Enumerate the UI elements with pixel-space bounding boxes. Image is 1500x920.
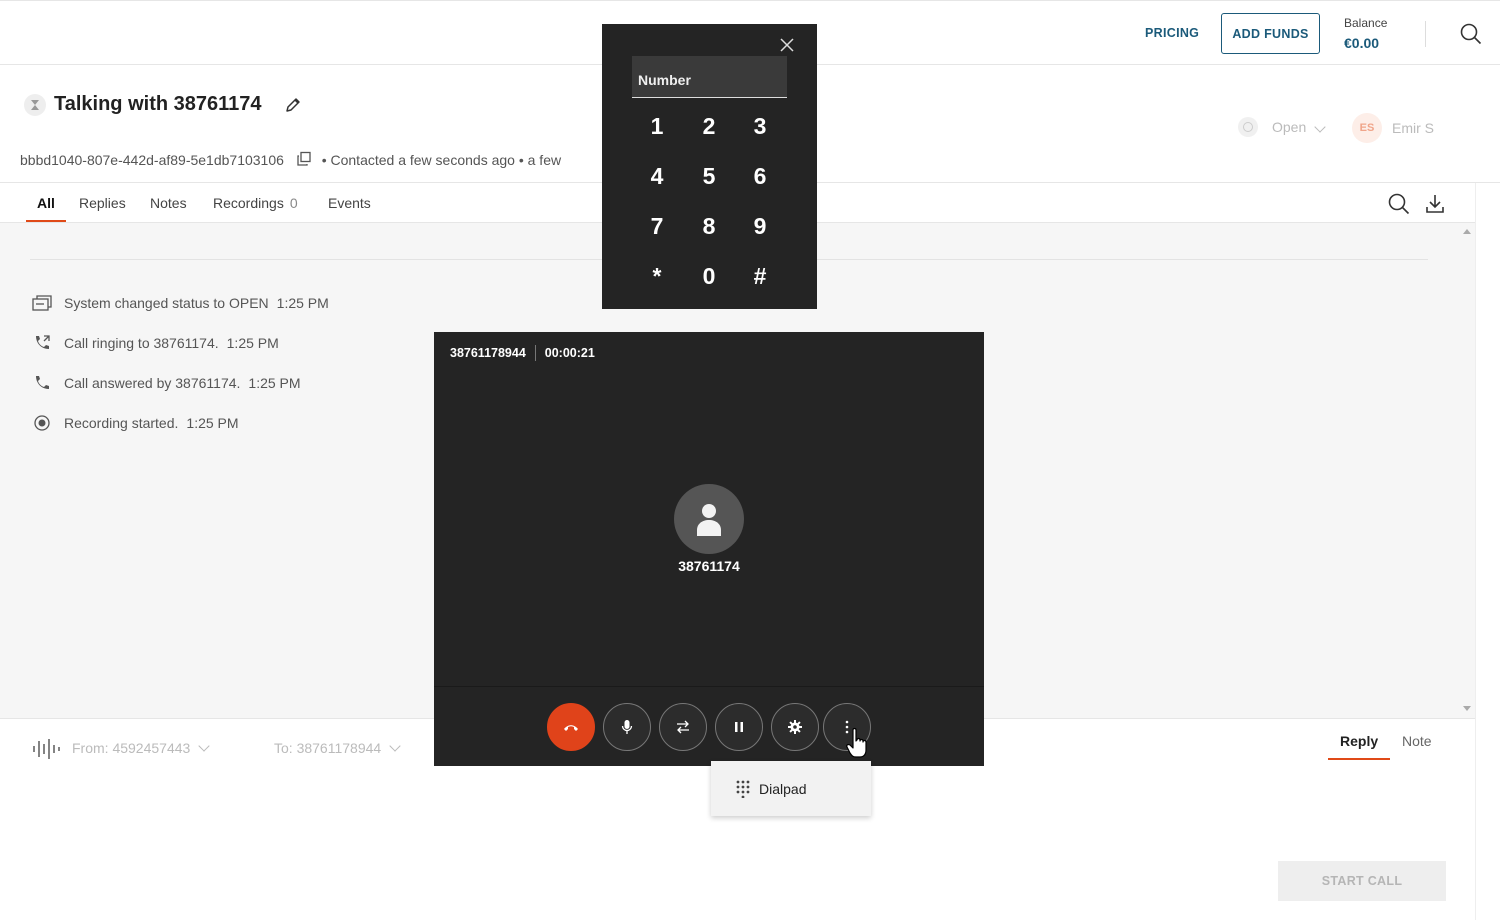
- search-icon[interactable]: [1388, 193, 1410, 215]
- event-text: Call answered by 38761174.: [64, 375, 241, 391]
- page-title: Talking with 38761174: [54, 93, 262, 115]
- hang-up-button[interactable]: [547, 703, 595, 751]
- avatar: ES: [1352, 113, 1382, 143]
- menu-item-dialpad[interactable]: Dialpad: [711, 761, 871, 816]
- scrollbar[interactable]: [1460, 223, 1475, 718]
- call-duration: 00:00:21: [544, 346, 595, 360]
- tab-recordings[interactable]: Recordings 0: [213, 195, 298, 211]
- dialpad-key-4[interactable]: 4: [637, 158, 677, 194]
- add-funds-button[interactable]: ADD FUNDS: [1221, 13, 1320, 54]
- list-item: Call answered by 38761174. 1:25 PM: [32, 373, 301, 393]
- mute-button[interactable]: [603, 703, 651, 751]
- start-call-button[interactable]: START CALL: [1278, 861, 1446, 901]
- dialpad-key-star[interactable]: *: [637, 258, 677, 294]
- status-change-icon: [32, 293, 52, 313]
- menu-item-label: Dialpad: [759, 780, 807, 797]
- copy-icon[interactable]: [296, 151, 312, 167]
- tab-events[interactable]: Events: [328, 195, 371, 211]
- phone-forward-icon: [32, 333, 52, 353]
- recordings-count: 0: [289, 195, 298, 211]
- pricing-link[interactable]: PRICING: [1145, 26, 1199, 40]
- divider: [1425, 21, 1426, 47]
- dialpad-key-2[interactable]: 2: [689, 108, 729, 144]
- pencil-icon[interactable]: [284, 96, 302, 114]
- scroll-up-arrow-icon[interactable]: [1463, 229, 1471, 234]
- number-input[interactable]: Number: [632, 56, 787, 98]
- settings-button[interactable]: [771, 703, 819, 751]
- dialpad-key-5[interactable]: 5: [689, 158, 729, 194]
- dialpad-key-7[interactable]: 7: [637, 208, 677, 244]
- tab-note[interactable]: Note: [1402, 733, 1432, 749]
- event-text: System changed status to OPEN: [64, 295, 269, 311]
- event-text: Recording started.: [64, 415, 179, 431]
- event-time: 1:25 PM: [226, 335, 279, 351]
- dialpad-key-1[interactable]: 1: [637, 108, 677, 144]
- more-options-menu: Dialpad: [711, 761, 871, 816]
- active-tab-indicator: [1328, 758, 1390, 760]
- record-icon: [32, 413, 52, 433]
- dialpad-key-8[interactable]: 8: [689, 208, 729, 244]
- list-item: System changed status to OPEN 1:25 PM: [32, 293, 329, 313]
- event-time: 1:25 PM: [186, 415, 239, 431]
- chevron-down-icon: [1314, 121, 1326, 133]
- tab-replies[interactable]: Replies: [79, 195, 126, 211]
- balance-label: Balance: [1344, 16, 1388, 30]
- status-icon: [1238, 117, 1258, 137]
- hourglass-icon: [24, 94, 46, 116]
- list-item: Call ringing to 38761174. 1:25 PM: [32, 333, 279, 353]
- search-icon[interactable]: [1460, 23, 1482, 45]
- call-window: 38761178944 00:00:21 38761174: [434, 332, 984, 766]
- balance-value: €0.00: [1344, 35, 1380, 51]
- scroll-down-arrow-icon[interactable]: [1463, 706, 1471, 711]
- conversation-id: bbbd1040-807e-442d-af89-5e1db7103106: [20, 152, 284, 168]
- transfer-button[interactable]: [659, 703, 707, 751]
- caller-name: 38761174: [678, 558, 740, 574]
- dialpad-icon: [736, 780, 750, 798]
- to-label: To: 38761178944: [274, 740, 382, 756]
- tab-all[interactable]: All: [37, 195, 55, 211]
- waveform-icon: [33, 739, 60, 759]
- event-time: 1:25 PM: [248, 375, 301, 391]
- event-time: 1:25 PM: [276, 295, 329, 311]
- assignee-dropdown[interactable]: ES Emir S: [1352, 113, 1434, 143]
- phone-icon: [32, 373, 52, 393]
- call-number: 38761178944: [450, 346, 526, 360]
- tab-notes[interactable]: Notes: [150, 195, 187, 211]
- dialpad-key-6[interactable]: 6: [740, 158, 780, 194]
- hold-button[interactable]: [715, 703, 763, 751]
- from-label: From: 4592457443: [72, 740, 191, 756]
- call-info: 38761178944 00:00:21: [450, 345, 595, 361]
- tab-reply[interactable]: Reply: [1340, 733, 1378, 749]
- contacted-text: • Contacted a few seconds ago: [321, 152, 515, 168]
- avatar: [674, 484, 744, 554]
- event-text: Call ringing to 38761174.: [64, 335, 219, 351]
- dialpad-key-hash[interactable]: #: [740, 258, 780, 294]
- list-item: Recording started. 1:25 PM: [32, 413, 239, 433]
- status-label: Open: [1272, 119, 1307, 135]
- divider: [534, 345, 536, 361]
- close-icon[interactable]: [780, 38, 794, 52]
- divider: [434, 686, 984, 687]
- right-panel-edge: [1475, 183, 1500, 920]
- assignee-name: Emir S: [1392, 120, 1434, 136]
- to-number-select[interactable]: To: 38761178944: [274, 740, 401, 756]
- tab-recordings-label: Recordings: [213, 195, 284, 211]
- from-number-select[interactable]: From: 4592457443: [72, 740, 210, 756]
- meta-extra: • a few: [518, 152, 562, 168]
- dialpad-popup: Number 1 2 3 4 5 6 7 8 9 * 0 #: [602, 24, 817, 309]
- chevron-down-icon: [389, 740, 401, 752]
- chevron-down-icon: [198, 740, 210, 752]
- dialpad-key-3[interactable]: 3: [740, 108, 780, 144]
- hand-cursor-icon: [846, 727, 867, 758]
- download-icon[interactable]: [1425, 193, 1445, 215]
- status-dropdown[interactable]: Open: [1238, 117, 1326, 137]
- dialpad-key-0[interactable]: 0: [689, 258, 729, 294]
- active-tab-indicator: [26, 220, 66, 222]
- dialpad-key-9[interactable]: 9: [740, 208, 780, 244]
- conversation-meta: bbbd1040-807e-442d-af89-5e1db7103106 • C…: [20, 151, 561, 168]
